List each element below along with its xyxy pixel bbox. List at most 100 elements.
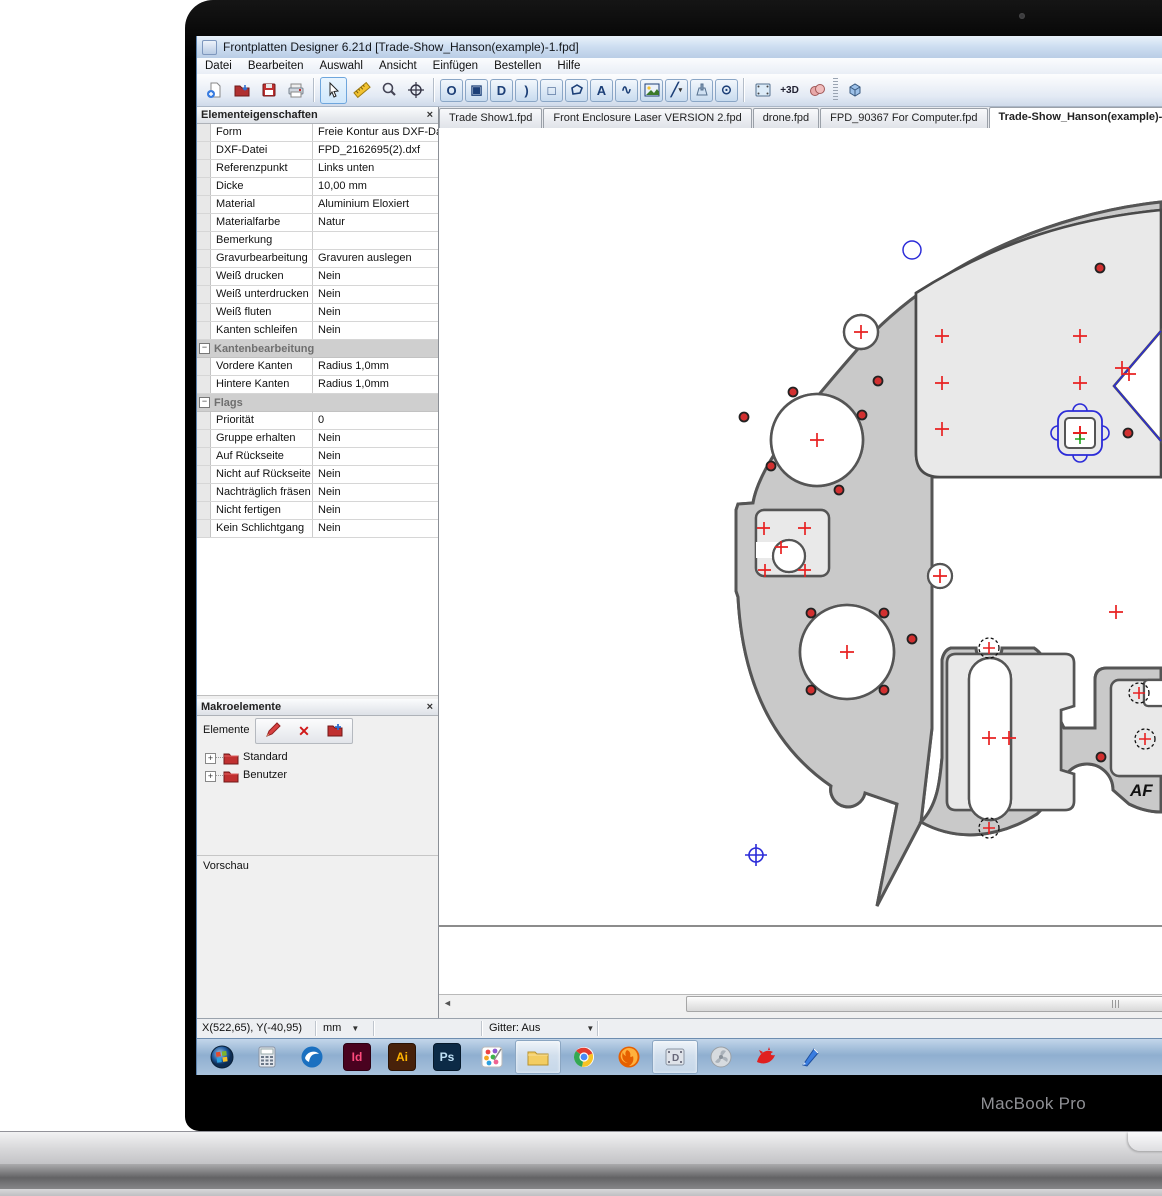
- polygon-tool-icon[interactable]: [565, 79, 588, 102]
- taskbar-start-icon[interactable]: [200, 1041, 244, 1073]
- dshape-tool-icon[interactable]: D: [490, 79, 513, 102]
- delete-x-icon[interactable]: ✕: [298, 723, 310, 740]
- tab-Trade-Show_Hanson(example)-1.fpd[interactable]: Trade-Show_Hanson(example)-1.fpd×: [989, 107, 1162, 128]
- tree-item-benutzer[interactable]: +Benutzer: [197, 767, 438, 785]
- menu-item-datei[interactable]: Datei: [197, 58, 240, 74]
- property-value[interactable]: Gravuren auslegen: [313, 250, 438, 267]
- property-row: Auf RückseiteNein: [197, 448, 438, 466]
- taskbar-chrome-icon[interactable]: [562, 1041, 606, 1073]
- tab-Trade Show1.fpd[interactable]: Trade Show1.fpd: [439, 108, 542, 128]
- taskbar-illustrator-icon[interactable]: Ai: [380, 1041, 424, 1073]
- webcam-icon: [1019, 13, 1025, 19]
- property-row: MaterialAluminium Eloxiert: [197, 196, 438, 214]
- property-value[interactable]: 10,00 mm: [313, 178, 438, 195]
- property-value[interactable]: Nein: [313, 484, 438, 501]
- view3d-tool-icon[interactable]: +3D: [777, 78, 802, 103]
- cursor-coordinates: X(522,65), Y(-40,95): [202, 1022, 302, 1034]
- property-value[interactable]: Radius 1,0mm: [313, 376, 438, 393]
- taskbar-photoshop-icon[interactable]: Ps: [425, 1041, 469, 1073]
- ruler-tool-icon[interactable]: [349, 78, 374, 103]
- square-tool-icon[interactable]: □: [540, 79, 563, 102]
- property-value[interactable]: Radius 1,0mm: [313, 358, 438, 375]
- image-tool-icon[interactable]: [640, 79, 663, 102]
- row-gutter: [197, 160, 211, 177]
- units-dropdown[interactable]: mm▼: [323, 1022, 359, 1034]
- taskbar-dragon-icon[interactable]: [744, 1041, 788, 1073]
- line-tool-icon[interactable]: ╱▾: [665, 79, 688, 102]
- text-tool-icon[interactable]: A: [590, 79, 613, 102]
- select-tool-icon[interactable]: [320, 77, 347, 104]
- print-icon[interactable]: [283, 78, 308, 103]
- property-value[interactable]: 0: [313, 412, 438, 429]
- taskbar-frontplatten-designer-icon[interactable]: D: [652, 1040, 698, 1074]
- menu-item-bestellen[interactable]: Bestellen: [486, 58, 549, 74]
- hole-tool-icon[interactable]: ⊙: [715, 79, 738, 102]
- standoff-tool-icon[interactable]: [690, 79, 713, 102]
- tab-Front Enclosure Laser VERSION 2.fpd[interactable]: Front Enclosure Laser VERSION 2.fpd: [543, 108, 751, 128]
- menu-item-einfügen[interactable]: Einfügen: [425, 58, 486, 74]
- tree-item-standard[interactable]: +Standard: [197, 749, 438, 767]
- property-value[interactable]: Nein: [313, 304, 438, 321]
- macbook-deck-front: [0, 1164, 1162, 1189]
- expand-icon[interactable]: +: [205, 753, 216, 764]
- taskbar-fan-icon[interactable]: [699, 1041, 743, 1073]
- menu-item-auswahl[interactable]: Auswahl: [311, 58, 370, 74]
- tab-FPD_90367 For Computer.fpd[interactable]: FPD_90367 For Computer.fpd: [820, 108, 987, 128]
- ellipse-tool-icon[interactable]: O: [440, 79, 463, 102]
- macbook-deck: [0, 1131, 1162, 1165]
- property-value[interactable]: Nein: [313, 268, 438, 285]
- scrollbar-thumb[interactable]: [686, 996, 1162, 1012]
- property-value[interactable]: Nein: [313, 520, 438, 537]
- edit-pencil-icon[interactable]: [264, 721, 282, 742]
- close-icon[interactable]: ×: [427, 699, 433, 716]
- property-value[interactable]: Nein: [313, 502, 438, 519]
- property-value[interactable]: Freie Kontur aus DXF-Dat: [313, 124, 438, 141]
- grid-dropdown[interactable]: Gitter: Aus▼: [489, 1022, 594, 1034]
- taskbar-pen-icon[interactable]: [789, 1041, 833, 1073]
- property-value[interactable]: Links unten: [313, 160, 438, 177]
- center-tool-icon[interactable]: [403, 78, 428, 103]
- collapse-icon[interactable]: −: [199, 397, 210, 408]
- menu-item-bearbeiten[interactable]: Bearbeiten: [240, 58, 312, 74]
- property-value[interactable]: Nein: [313, 448, 438, 465]
- cube3d-tool-icon[interactable]: [842, 78, 867, 103]
- property-value[interactable]: Aluminium Eloxiert: [313, 196, 438, 213]
- property-value[interactable]: Nein: [313, 466, 438, 483]
- spline-tool-icon[interactable]: ∿: [615, 79, 638, 102]
- new-file-icon[interactable]: [202, 78, 227, 103]
- property-value[interactable]: [313, 232, 438, 249]
- horizontal-scrollbar[interactable]: ◄: [439, 994, 1162, 1012]
- menu-item-ansicht[interactable]: Ansicht: [371, 58, 425, 74]
- property-value[interactable]: FPD_2162695(2).dxf: [313, 142, 438, 159]
- price-tool-icon[interactable]: [804, 78, 829, 103]
- property-section-Kantenbearbeitung[interactable]: −Kantenbearbeitung: [197, 340, 438, 358]
- taskbar-firefox-icon[interactable]: [607, 1041, 651, 1073]
- expand-icon[interactable]: +: [205, 771, 216, 782]
- taskbar-color-palette-icon[interactable]: [470, 1041, 514, 1073]
- arc-tool-icon[interactable]: ): [515, 79, 538, 102]
- add-folder-icon[interactable]: [326, 721, 344, 742]
- taskbar-folder-icon[interactable]: [515, 1040, 561, 1074]
- property-value[interactable]: Nein: [313, 430, 438, 447]
- scroll-left-icon[interactable]: ◄: [439, 995, 456, 1011]
- tab-drone.fpd[interactable]: drone.fpd: [753, 108, 819, 128]
- property-section-Flags[interactable]: −Flags: [197, 394, 438, 412]
- property-value[interactable]: Natur: [313, 214, 438, 231]
- document-tabs: Trade Show1.fpdFront Enclosure Laser VER…: [439, 107, 1162, 129]
- zoom-tool-icon[interactable]: [376, 78, 401, 103]
- property-value[interactable]: Nein: [313, 286, 438, 303]
- panel-tool-icon[interactable]: [750, 78, 775, 103]
- taskbar-calculator-icon[interactable]: [245, 1041, 289, 1073]
- row-gutter: [197, 448, 211, 465]
- rect-tool-icon[interactable]: ▣: [465, 79, 488, 102]
- drawing-canvas[interactable]: AF: [439, 128, 1162, 994]
- save-file-icon[interactable]: [256, 78, 281, 103]
- window-titlebar[interactable]: Frontplatten Designer 6.21d [Trade-Show_…: [197, 36, 1162, 59]
- taskbar-indesign-icon[interactable]: Id: [335, 1041, 379, 1073]
- open-file-icon[interactable]: [229, 78, 254, 103]
- property-value[interactable]: Nein: [313, 322, 438, 339]
- menu-item-hilfe[interactable]: Hilfe: [549, 58, 588, 74]
- taskbar-thunderbird-icon[interactable]: [290, 1041, 334, 1073]
- close-icon[interactable]: ×: [427, 107, 433, 124]
- collapse-icon[interactable]: −: [199, 343, 210, 354]
